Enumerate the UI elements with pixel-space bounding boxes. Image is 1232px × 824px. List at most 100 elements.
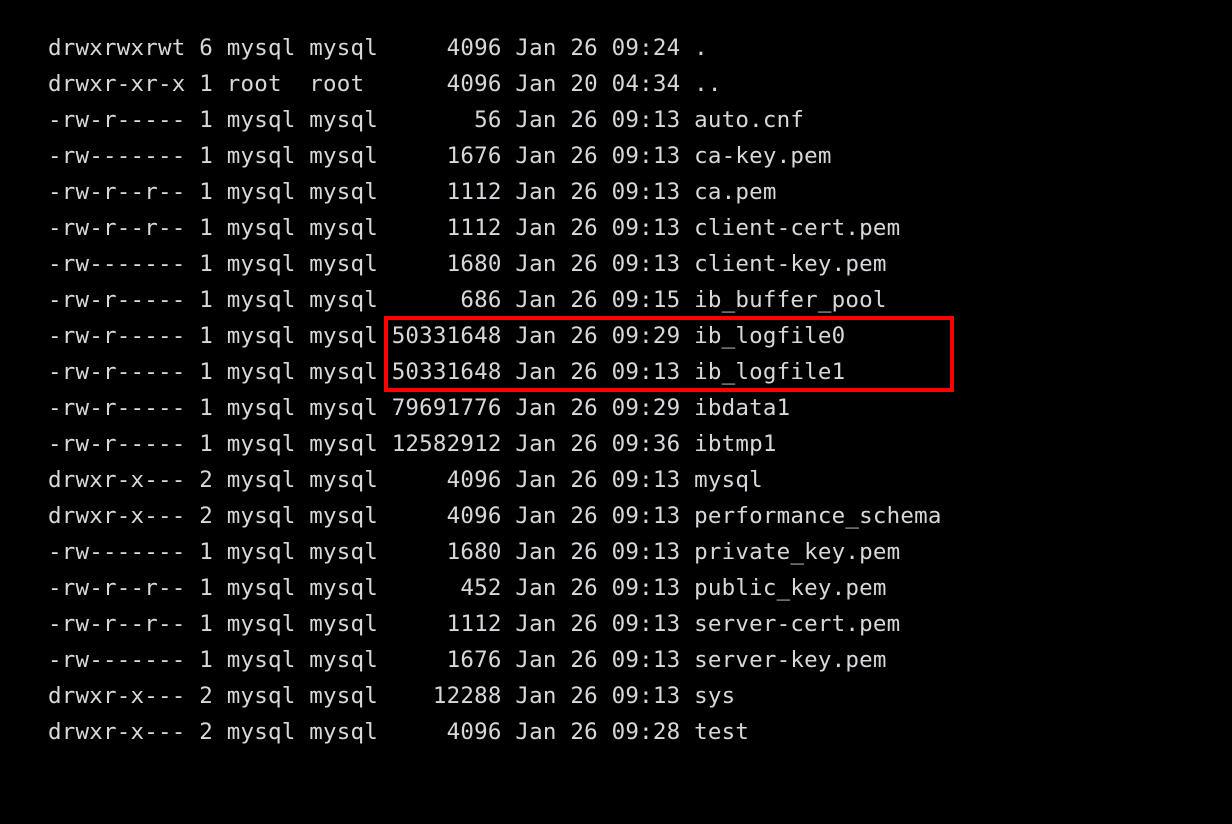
- month: Jan: [515, 575, 556, 601]
- owner: mysql: [227, 179, 296, 205]
- size: 686: [392, 287, 502, 313]
- day: 26: [570, 107, 598, 133]
- filename: test: [694, 719, 749, 745]
- permissions: drwxr-x---: [48, 467, 185, 493]
- listing-row: -rw-r--r-- 1 mysql mysql 1112 Jan 26 09:…: [48, 210, 1232, 246]
- month: Jan: [515, 179, 556, 205]
- listing-row: drwxr-x--- 2 mysql mysql 4096 Jan 26 09:…: [48, 714, 1232, 750]
- size: 1676: [392, 143, 502, 169]
- size: 4096: [392, 719, 502, 745]
- time: 09:13: [612, 539, 681, 565]
- links-count: 1: [199, 215, 213, 241]
- links-count: 2: [199, 467, 213, 493]
- time: 09:13: [612, 611, 681, 637]
- time: 09:13: [612, 179, 681, 205]
- links-count: 1: [199, 647, 213, 673]
- day: 26: [570, 359, 598, 385]
- group: mysql: [309, 647, 378, 673]
- links-count: 1: [199, 539, 213, 565]
- time: 09:13: [612, 215, 681, 241]
- owner: mysql: [227, 251, 296, 277]
- day: 20: [570, 71, 598, 97]
- links-count: 1: [199, 359, 213, 385]
- filename: client-key.pem: [694, 251, 886, 277]
- links-count: 1: [199, 395, 213, 421]
- permissions: -rw-r-----: [48, 431, 185, 457]
- group: mysql: [309, 287, 378, 313]
- filename: private_key.pem: [694, 539, 900, 565]
- listing-row: drwxr-x--- 2 mysql mysql 4096 Jan 26 09:…: [48, 498, 1232, 534]
- filename: ..: [694, 71, 722, 97]
- size: 452: [392, 575, 502, 601]
- size: 4096: [392, 35, 502, 61]
- month: Jan: [515, 287, 556, 313]
- links-count: 1: [199, 251, 213, 277]
- listing-row: -rw-r----- 1 mysql mysql 12582912 Jan 26…: [48, 426, 1232, 462]
- permissions: -rw-r--r--: [48, 611, 185, 637]
- day: 26: [570, 719, 598, 745]
- permissions: -rw-------: [48, 251, 185, 277]
- permissions: -rw-------: [48, 143, 185, 169]
- links-count: 1: [199, 71, 213, 97]
- permissions: -rw-------: [48, 647, 185, 673]
- day: 26: [570, 539, 598, 565]
- month: Jan: [515, 431, 556, 457]
- listing-row: -rw-r----- 1 mysql mysql 50331648 Jan 26…: [48, 354, 1232, 390]
- permissions: -rw-r--r--: [48, 215, 185, 241]
- links-count: 1: [199, 611, 213, 637]
- group: mysql: [309, 719, 378, 745]
- group: root: [309, 71, 378, 97]
- group: mysql: [309, 575, 378, 601]
- links-count: 1: [199, 431, 213, 457]
- listing-row: drwxr-x--- 2 mysql mysql 4096 Jan 26 09:…: [48, 462, 1232, 498]
- owner: mysql: [227, 287, 296, 313]
- month: Jan: [515, 71, 556, 97]
- permissions: drwxr-x---: [48, 683, 185, 709]
- links-count: 1: [199, 323, 213, 349]
- size: 1680: [392, 251, 502, 277]
- listing-row: -rw------- 1 mysql mysql 1680 Jan 26 09:…: [48, 246, 1232, 282]
- month: Jan: [515, 683, 556, 709]
- listing-row: -rw-r----- 1 mysql mysql 79691776 Jan 26…: [48, 390, 1232, 426]
- group: mysql: [309, 395, 378, 421]
- listing-row: -rw------- 1 mysql mysql 1676 Jan 26 09:…: [48, 138, 1232, 174]
- group: mysql: [309, 611, 378, 637]
- filename: performance_schema: [694, 503, 941, 529]
- links-count: 1: [199, 287, 213, 313]
- day: 26: [570, 395, 598, 421]
- permissions: -rw-r-----: [48, 107, 185, 133]
- owner: mysql: [227, 107, 296, 133]
- listing-row: -rw-r----- 1 mysql mysql 50331648 Jan 26…: [48, 318, 1232, 354]
- filename: server-key.pem: [694, 647, 886, 673]
- owner: mysql: [227, 143, 296, 169]
- filename: public_key.pem: [694, 575, 886, 601]
- day: 26: [570, 503, 598, 529]
- day: 26: [570, 683, 598, 709]
- group: mysql: [309, 179, 378, 205]
- month: Jan: [515, 251, 556, 277]
- time: 09:29: [612, 395, 681, 421]
- owner: mysql: [227, 467, 296, 493]
- filename: ibdata1: [694, 395, 790, 421]
- group: mysql: [309, 143, 378, 169]
- month: Jan: [515, 539, 556, 565]
- day: 26: [570, 287, 598, 313]
- time: 09:13: [612, 467, 681, 493]
- day: 26: [570, 431, 598, 457]
- time: 09:13: [612, 503, 681, 529]
- permissions: drwxr-x---: [48, 719, 185, 745]
- day: 26: [570, 143, 598, 169]
- filename: ib_logfile1: [694, 359, 845, 385]
- time: 09:29: [612, 323, 681, 349]
- filename: ca-key.pem: [694, 143, 831, 169]
- owner: mysql: [227, 215, 296, 241]
- owner: mysql: [227, 431, 296, 457]
- size: 4096: [392, 467, 502, 493]
- group: mysql: [309, 683, 378, 709]
- month: Jan: [515, 503, 556, 529]
- time: 09:28: [612, 719, 681, 745]
- size: 56: [392, 107, 502, 133]
- month: Jan: [515, 467, 556, 493]
- permissions: -rw-------: [48, 539, 185, 565]
- filename: ibtmp1: [694, 431, 776, 457]
